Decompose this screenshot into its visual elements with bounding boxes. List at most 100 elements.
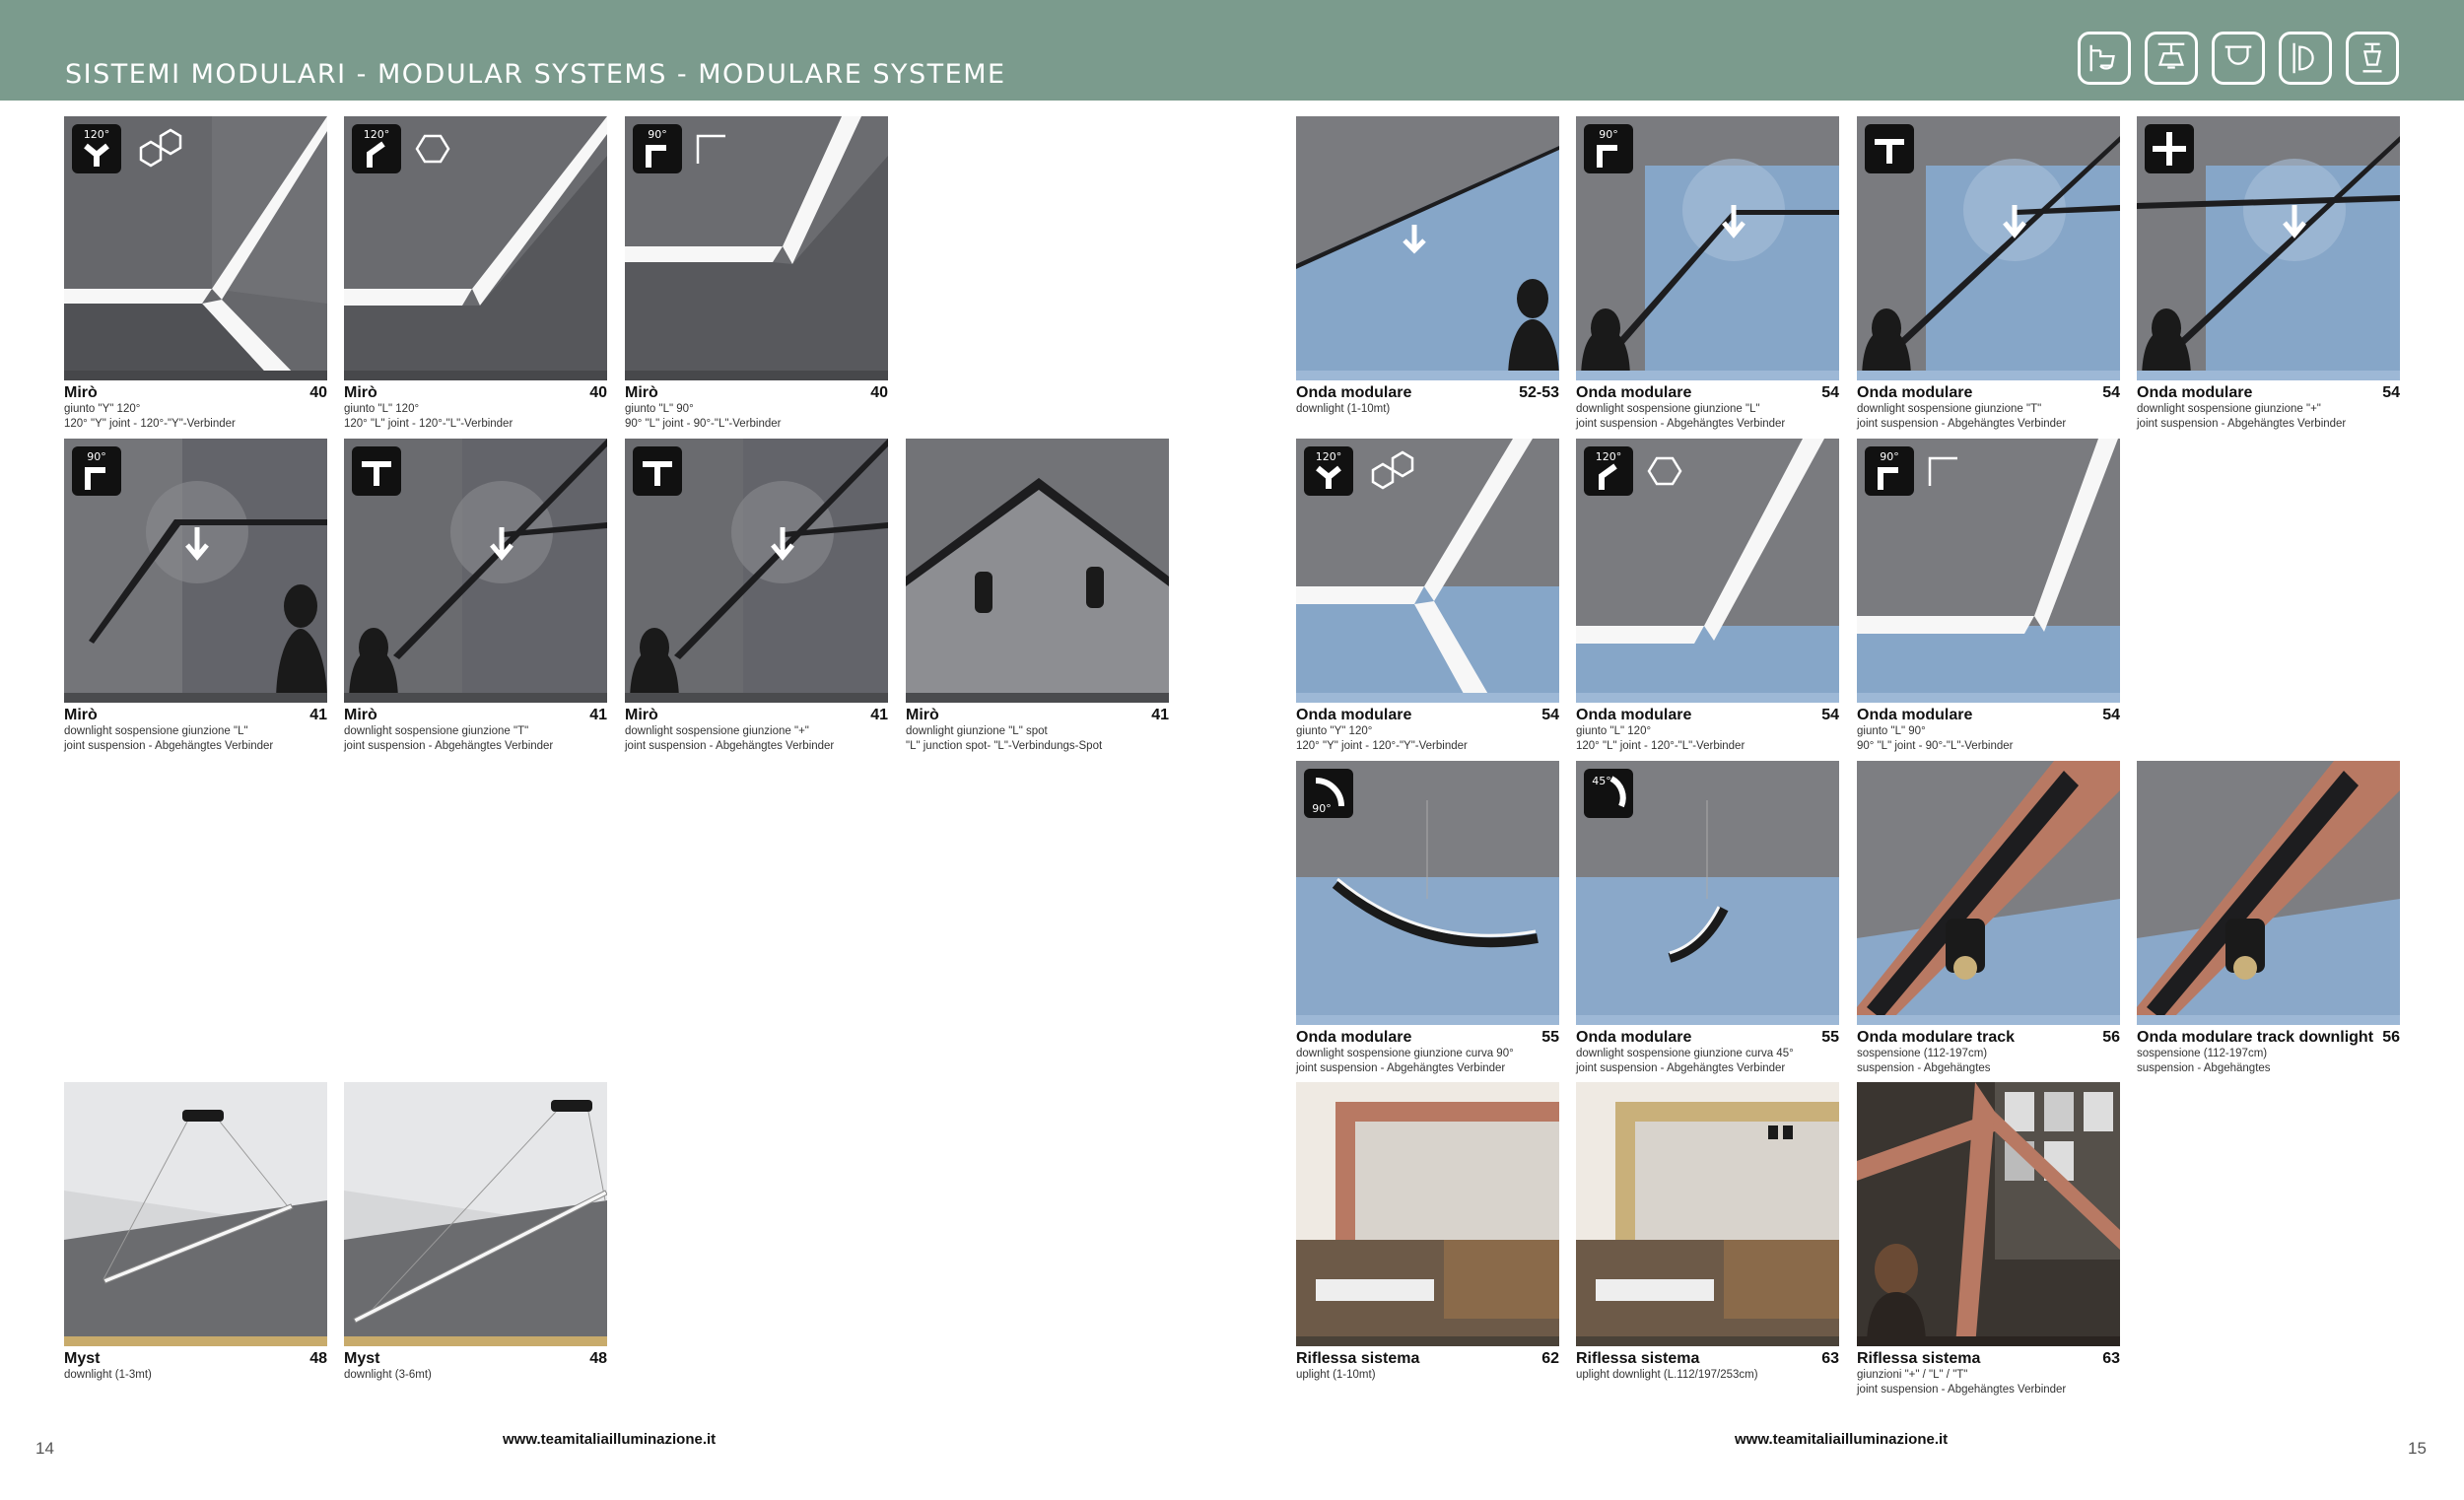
product-photo — [2137, 761, 2400, 1025]
svg-text:120°: 120° — [364, 128, 390, 141]
product-desc: downlight giunzione "L" spot — [906, 725, 1048, 737]
l-joint-icon: 120° — [1584, 446, 1633, 496]
product-name: Onda modulare — [2137, 384, 2253, 401]
hexagon-pair-icon — [139, 128, 182, 168]
product-name: Onda modulare — [1857, 384, 1973, 401]
product-name: Myst — [64, 1350, 101, 1367]
product-photo: 120° — [1576, 439, 1839, 703]
page-ref: 40 — [309, 384, 327, 401]
product-photo: 90° — [1576, 116, 1839, 380]
product-name: Mirò — [906, 707, 939, 723]
product-desc: joint suspension - Abgehängtes Verbinder — [344, 740, 554, 752]
page-ref: 54 — [2102, 707, 2120, 723]
l-joint-icon: 120° — [352, 124, 401, 173]
page-number-left: 14 — [35, 1439, 54, 1458]
product-desc: joint suspension - Abgehängtes Verbinder — [2137, 418, 2347, 430]
product-caption: Onda modulare 55 downlight sospensione gi… — [1296, 1029, 1559, 1076]
product-name: Mirò — [344, 384, 377, 401]
page-ref: 63 — [1821, 1350, 1839, 1367]
svg-text:120°: 120° — [84, 128, 110, 141]
page-number-right: 15 — [2408, 1439, 2427, 1458]
right-angle-icon — [1928, 456, 1957, 486]
l90-joint-icon: 90° — [633, 124, 682, 173]
product-name: Riflessa sistema — [1857, 1350, 1981, 1367]
page-ref: 55 — [1821, 1029, 1839, 1046]
product-caption: Riflessa sistema 63 uplight downlight (L.… — [1576, 1350, 1839, 1383]
product-desc: joint suspension - Abgehängtes Verbinder — [64, 740, 274, 752]
website-link-left[interactable]: www.teamitaliailluminazione.it — [503, 1431, 716, 1448]
product-desc: downlight sospensione giunzione "T" — [344, 725, 529, 737]
product-name: Onda modulare — [1296, 707, 1412, 723]
product-desc: sospensione (112-197cm) — [1857, 1048, 1988, 1059]
product-photo — [906, 439, 1169, 703]
page-ref: 56 — [2382, 1029, 2400, 1046]
product-name: Riflessa sistema — [1296, 1350, 1420, 1367]
page-ref: 54 — [1821, 707, 1839, 723]
product-caption: Onda modulare 55 downlight sospensione gi… — [1576, 1029, 1839, 1076]
page-title: SISTEMI MODULARI - MODULAR SYSTEMS - MOD… — [65, 59, 1006, 90]
product-desc: suspension - Abgehängtes — [1857, 1062, 1991, 1074]
svg-text:120°: 120° — [1316, 450, 1342, 463]
hexagon-pair-icon — [1371, 450, 1414, 490]
hexagon-icon — [415, 134, 450, 164]
product-caption: Onda modulare track 56 sospensione (112-1… — [1857, 1029, 2120, 1076]
product-desc: 120° "L" joint - 120°-"L"-Verbinder — [344, 418, 513, 430]
product-photo — [625, 439, 888, 703]
page-ref: 41 — [1151, 707, 1169, 723]
product-photo: 90° — [625, 116, 888, 380]
page-ref: 48 — [589, 1350, 607, 1367]
recessed-icon — [2212, 32, 2265, 85]
product-name: Onda modulare track downlight — [2137, 1029, 2374, 1046]
svg-text:90°: 90° — [648, 128, 667, 141]
wall-ceiling-icon — [2078, 32, 2131, 85]
product-name: Mirò — [64, 384, 98, 401]
product-photo: 45° — [1576, 761, 1839, 1025]
product-desc: joint suspension - Abgehängtes Verbinder — [1576, 1062, 1786, 1074]
product-desc: joint suspension - Abgehängtes Verbinder — [625, 740, 835, 752]
product-photo: 120° — [344, 116, 607, 380]
y-joint-icon: 120° — [72, 124, 121, 173]
product-desc: downlight sospensione giunzione "L" — [1576, 403, 1760, 415]
product-caption: Riflessa sistema 63 giunzioni "+" / "L" /… — [1857, 1350, 2120, 1398]
page-ref: 62 — [1541, 1350, 1559, 1367]
svg-text:120°: 120° — [1596, 450, 1622, 463]
product-photo — [64, 1082, 327, 1346]
page-ref: 55 — [1541, 1029, 1559, 1046]
product-caption: Onda modulare 54 giunto "Y" 120° 120° "Y"… — [1296, 707, 1559, 754]
page-ref: 40 — [589, 384, 607, 401]
product-desc: joint suspension - Abgehängtes Verbinder — [1576, 418, 1786, 430]
curve-90-icon: 90° — [1304, 769, 1353, 818]
product-photo — [1857, 116, 2120, 380]
product-desc: uplight (1-10mt) — [1296, 1369, 1376, 1381]
product-desc: joint suspension - Abgehängtes Verbinder — [1296, 1062, 1506, 1074]
product-desc: downlight (3-6mt) — [344, 1369, 432, 1381]
website-link-right[interactable]: www.teamitaliailluminazione.it — [1735, 1431, 1948, 1448]
product-desc: downlight sospensione giunzione "L" — [64, 725, 248, 737]
product-desc: giunto "Y" 120° — [1296, 725, 1373, 737]
product-name: Mirò — [625, 707, 658, 723]
svg-text:45°: 45° — [1592, 775, 1611, 787]
l90-joint-icon: 90° — [1865, 446, 1914, 496]
page-ref: 54 — [2102, 384, 2120, 401]
curve-45-icon: 45° — [1584, 769, 1633, 818]
wall-icon — [2279, 32, 2332, 85]
product-photo — [1296, 1082, 1559, 1346]
product-desc: downlight (1-3mt) — [64, 1369, 152, 1381]
product-name: Onda modulare — [1296, 1029, 1412, 1046]
product-photo — [1296, 116, 1559, 380]
product-photo — [344, 439, 607, 703]
product-desc: downlight sospensione giunzione curva 45… — [1576, 1048, 1794, 1059]
svg-text:90°: 90° — [87, 450, 106, 463]
product-name: Riflessa sistema — [1576, 1350, 1700, 1367]
category-icons — [2078, 32, 2399, 85]
product-name: Onda modulare — [1576, 1029, 1692, 1046]
product-desc: uplight downlight (L.112/197/253cm) — [1576, 1369, 1758, 1381]
product-desc: giunto "L" 120° — [1576, 725, 1652, 737]
product-desc: downlight (1-10mt) — [1296, 403, 1391, 415]
product-desc: 120° "Y" joint - 120°-"Y"-Verbinder — [1296, 740, 1468, 752]
product-name: Mirò — [344, 707, 377, 723]
product-caption: Onda modulare 54 giunto "L" 90° 90° "L" j… — [1857, 707, 2120, 754]
product-caption: Mirò 40 giunto "L" 120° 120° "L" joint - … — [344, 384, 607, 432]
product-desc: 90° "L" joint - 90°-"L"-Verbinder — [1857, 740, 2014, 752]
product-desc: giunto "L" 120° — [344, 403, 420, 415]
